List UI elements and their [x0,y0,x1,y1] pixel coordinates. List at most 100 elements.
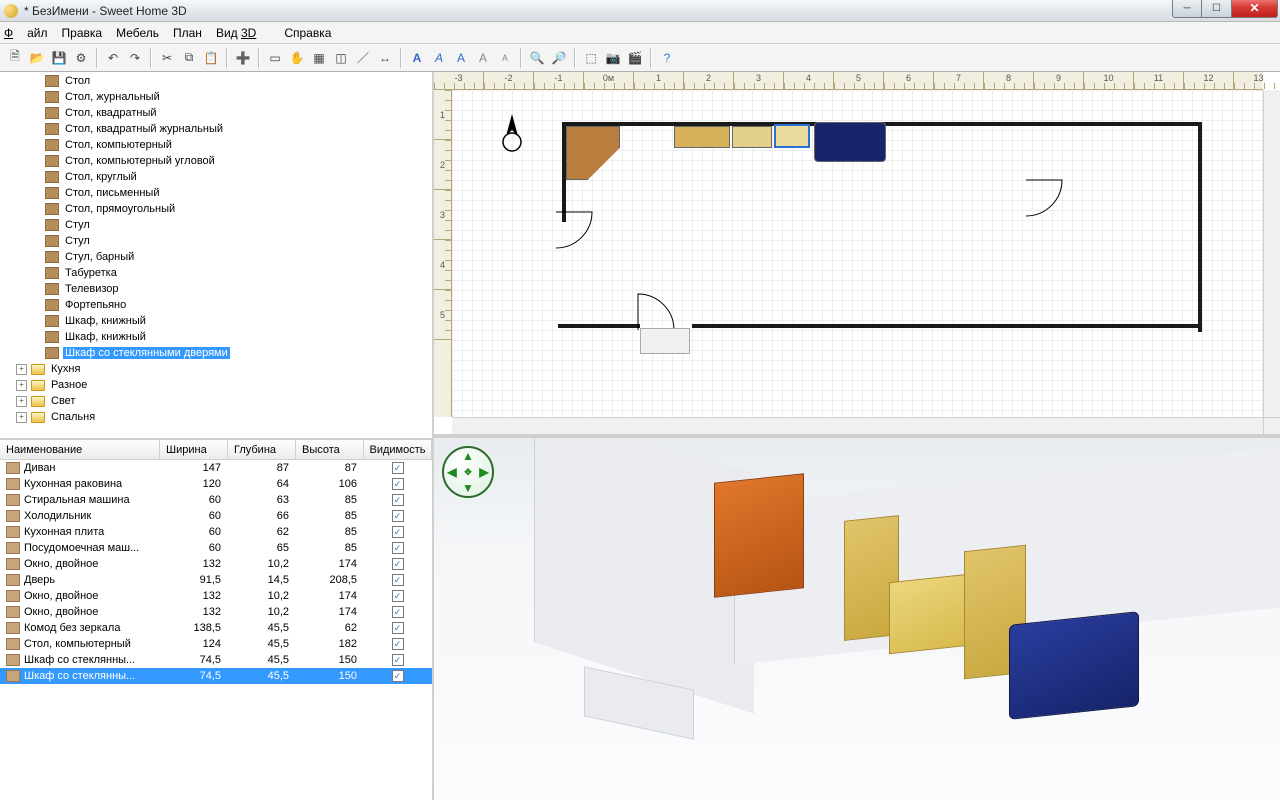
text-size-down-icon[interactable]: A [495,48,515,68]
checkbox-icon[interactable]: ✓ [392,638,404,650]
tree-item[interactable]: Шкаф, книжный [2,313,430,329]
tree-item[interactable]: Стол, квадратный [2,105,430,121]
nav-left-icon[interactable]: ◀ [447,465,456,479]
new-icon[interactable]: 🗎 [5,48,25,68]
video-icon[interactable]: 🎬 [625,48,645,68]
table-row[interactable]: Стол, компьютерный12445,5182✓ [0,636,432,652]
furniture-dresser[interactable] [732,126,772,148]
col-depth[interactable]: Глубина [228,440,296,459]
table-row[interactable]: Комод без зеркала138,545,562✓ [0,620,432,636]
tree-item[interactable]: Стол [2,73,430,89]
wall-icon[interactable]: ▦ [309,48,329,68]
checkbox-icon[interactable]: ✓ [392,590,404,602]
col-height[interactable]: Высота [296,440,364,459]
text-bold-icon[interactable]: A [407,48,427,68]
table-row[interactable]: Дверь91,514,5208,5✓ [0,572,432,588]
furniture-shelf-selected[interactable] [774,124,810,148]
nav-up-icon[interactable]: ▲ [462,449,474,463]
table-row[interactable]: Шкаф со стеклянны...74,545,5150✓ [0,652,432,668]
zoom-out-icon[interactable]: 🔎 [549,48,569,68]
copy-icon[interactable]: ⧉ [179,48,199,68]
menu-help[interactable]: Справка [284,26,331,40]
checkbox-icon[interactable]: ✓ [392,654,404,666]
paste-icon[interactable]: 📋 [201,48,221,68]
checkbox-icon[interactable]: ✓ [392,574,404,586]
tree-item[interactable]: Стол, круглый [2,169,430,185]
furniture-table[interactable]: Наименование Ширина Глубина Высота Видим… [0,440,432,800]
checkbox-icon[interactable]: ✓ [392,478,404,490]
tree-folder[interactable]: +Свет [2,393,430,409]
room-icon[interactable]: ◫ [331,48,351,68]
view-3d[interactable]: ▲ ◀ ✥ ▶ ▼ [434,438,1280,800]
checkbox-icon[interactable]: ✓ [392,670,404,682]
save-icon[interactable]: 💾 [49,48,69,68]
dimension-icon[interactable]: ↔ [375,48,395,68]
tree-item[interactable]: Фортепьяно [2,297,430,313]
maximize-button[interactable]: ☐ [1202,0,1232,18]
menu-file[interactable]: Файл [4,26,48,40]
furniture-cabinet[interactable] [674,126,730,148]
tree-item[interactable]: Шкаф со стеклянными дверями [2,345,430,361]
settings-icon[interactable]: ⚙ [71,48,91,68]
text-size-up-icon[interactable]: A [473,48,493,68]
col-name[interactable]: Наименование [0,440,160,459]
tree-item[interactable]: Стол, квадратный журнальный [2,121,430,137]
photo-icon[interactable]: 📷 [603,48,623,68]
tree-folder[interactable]: +Разное [2,377,430,393]
nav-down-icon[interactable]: ▼ [462,481,474,495]
tree-folder[interactable]: +Кухня [2,361,430,377]
tree-item[interactable]: Стул [2,233,430,249]
tree-folder[interactable]: +Спальня [2,409,430,425]
table-row[interactable]: Окно, двойное13210,2174✓ [0,588,432,604]
table-row[interactable]: Стиральная машина606385✓ [0,492,432,508]
open-icon[interactable]: 📂 [27,48,47,68]
zoom-in-icon[interactable]: 🔍 [527,48,547,68]
nav-right-icon[interactable]: ▶ [479,465,488,479]
menu-view3d[interactable]: Вид 3D [216,26,270,40]
checkbox-icon[interactable]: ✓ [392,622,404,634]
tree-item[interactable]: Стол, журнальный [2,89,430,105]
pan-icon[interactable]: ✋ [287,48,307,68]
col-width[interactable]: Ширина [160,440,228,459]
scrollbar-vertical[interactable] [1263,90,1280,417]
furniture-sofa[interactable] [814,122,886,162]
tree-item[interactable]: Стол, письменный [2,185,430,201]
tree-item[interactable]: Стул [2,217,430,233]
checkbox-icon[interactable]: ✓ [392,526,404,538]
table-row[interactable]: Окно, двойное13210,2174✓ [0,604,432,620]
add-furniture-icon[interactable]: ➕ [233,48,253,68]
checkbox-icon[interactable]: ✓ [392,558,404,570]
table-row[interactable]: Посудомоечная маш...606585✓ [0,540,432,556]
furniture-sink[interactable] [640,328,690,354]
menu-edit[interactable]: Правка [62,26,103,40]
polyline-icon[interactable]: ／ [353,48,373,68]
wall-segment[interactable] [692,324,1202,328]
door-icon[interactable] [1018,176,1064,240]
checkbox-icon[interactable]: ✓ [392,494,404,506]
tree-item[interactable]: Шкаф, книжный [2,329,430,345]
tree-item[interactable]: Стол, компьютерный угловой [2,153,430,169]
text-italic-icon[interactable]: A [429,48,449,68]
menu-plan[interactable]: План [173,26,202,40]
undo-icon[interactable]: ↶ [103,48,123,68]
checkbox-icon[interactable]: ✓ [392,462,404,474]
table-row[interactable]: Кухонная раковина12064106✓ [0,476,432,492]
cut-icon[interactable]: ✂ [157,48,177,68]
table-row[interactable]: Кухонная плита606285✓ [0,524,432,540]
text-color-icon[interactable]: A [451,48,471,68]
nav-control[interactable]: ▲ ◀ ✥ ▶ ▼ [442,446,494,498]
table-row[interactable]: Окно, двойное13210,2174✓ [0,556,432,572]
checkbox-icon[interactable]: ✓ [392,606,404,618]
wall-segment[interactable] [562,122,566,222]
menu-furniture[interactable]: Мебель [116,26,159,40]
view-3d-icon[interactable]: ⬚ [581,48,601,68]
tree-item[interactable]: Табуретка [2,265,430,281]
close-button[interactable]: ✕ [1232,0,1278,18]
table-row[interactable]: Холодильник606685✓ [0,508,432,524]
col-visible[interactable]: Видимость [364,440,432,459]
nav-center-icon[interactable]: ✥ [464,467,472,478]
tree-item[interactable]: Стол, компьютерный [2,137,430,153]
checkbox-icon[interactable]: ✓ [392,542,404,554]
table-row[interactable]: Шкаф со стеклянны...74,545,5150✓ [0,668,432,684]
scrollbar-horizontal[interactable] [452,417,1263,434]
